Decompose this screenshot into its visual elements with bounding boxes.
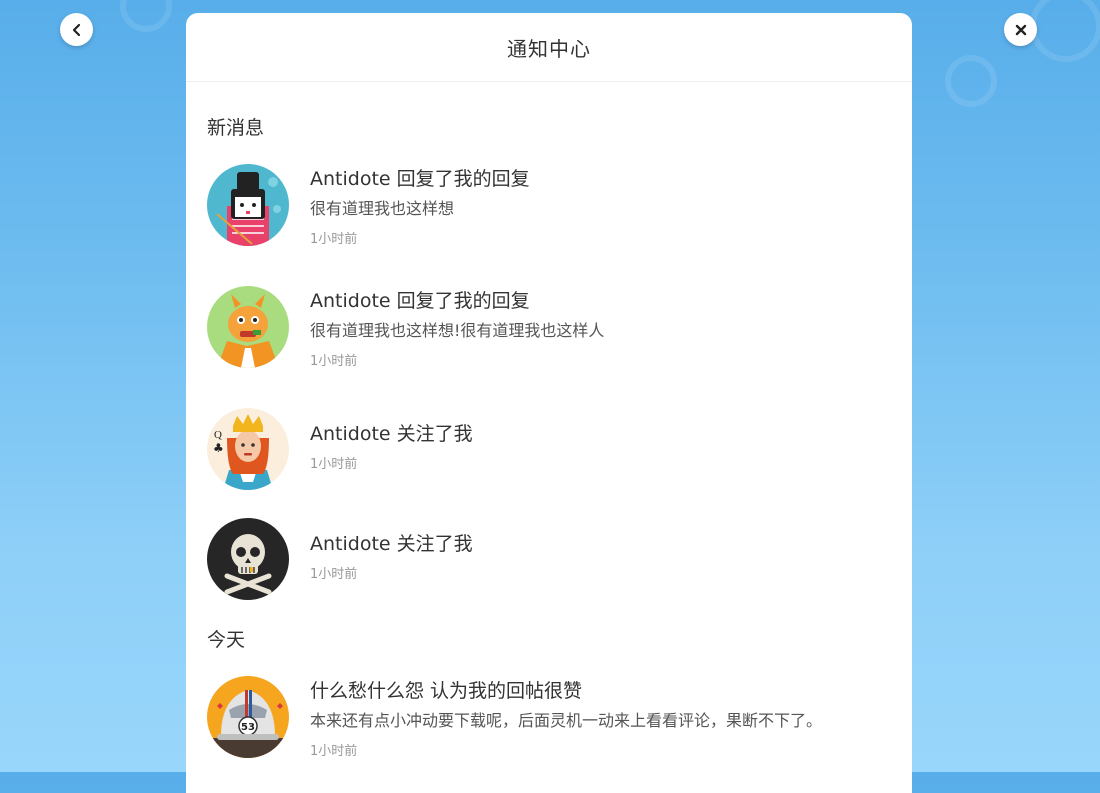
svg-text:Q: Q — [214, 429, 222, 441]
notification-time: 1小时前 — [310, 744, 358, 759]
chevron-left-icon — [72, 23, 80, 36]
notification-content: Antidote 关注了我 1小时前 — [310, 408, 473, 490]
notification-body: 很有道理我也这样想!很有道理我也这样人 — [310, 321, 605, 340]
notification-title: Antidote 关注了我 — [310, 533, 473, 555]
notification-time: 1小时前 — [310, 354, 358, 369]
notification-title: Antidote 回复了我的回复 — [310, 290, 530, 312]
notification-time: 1小时前 — [310, 232, 358, 247]
background-decoration — [945, 55, 997, 107]
background-decoration — [1030, 0, 1100, 62]
skull-avatar[interactable] — [207, 518, 289, 600]
queen-avatar[interactable]: Q ♣ — [207, 408, 289, 490]
car-avatar[interactable]: 53 — [207, 676, 289, 758]
notification-time: 1小时前 — [310, 567, 358, 582]
section-title-new: 新消息 — [207, 117, 265, 139]
notification-title: 什么愁什么怨 认为我的回帖很赞 — [310, 680, 583, 702]
notification-item[interactable]: Antidote 回复了我的回复 很有道理我也这样想 1小时前 — [186, 164, 912, 249]
back-button[interactable] — [60, 13, 93, 46]
notification-panel: 通知中心 新消息 Antidote 回复了我的回复 很有道理我也这样想 1小时前 — [186, 13, 912, 793]
close-button[interactable] — [1004, 13, 1037, 46]
background-decoration — [120, 0, 172, 32]
notification-content: 什么愁什么怨 认为我的回帖很赞 本来还有点小冲动要下载呢，后面灵机一动来上看看评… — [310, 676, 822, 761]
notification-content: Antidote 关注了我 1小时前 — [310, 518, 473, 600]
panel-header: 通知中心 — [186, 13, 912, 82]
svg-text:53: 53 — [241, 722, 255, 733]
notification-item[interactable]: Q ♣ Antidote 关注了我 1小时前 — [186, 408, 912, 490]
geisha-avatar[interactable] — [207, 164, 289, 246]
dragon-avatar[interactable] — [207, 286, 289, 368]
page-title: 通知中心 — [507, 36, 591, 61]
close-icon — [1015, 24, 1026, 35]
notification-content: Antidote 回复了我的回复 很有道理我也这样想!很有道理我也这样人 1小时… — [310, 286, 604, 371]
notification-content: Antidote 回复了我的回复 很有道理我也这样想 1小时前 — [310, 164, 530, 249]
svg-text:♣: ♣ — [213, 441, 224, 455]
notification-item[interactable]: Antidote 关注了我 1小时前 — [186, 518, 912, 600]
notification-body: 本来还有点小冲动要下载呢，后面灵机一动来上看看评论，果断不下了。 — [310, 711, 823, 730]
notification-item[interactable]: Antidote 回复了我的回复 很有道理我也这样想!很有道理我也这样人 1小时… — [186, 286, 912, 371]
section-title-today: 今天 — [207, 629, 246, 651]
notification-time: 1小时前 — [310, 457, 358, 472]
notification-title: Antidote 回复了我的回复 — [310, 168, 530, 190]
notification-title: Antidote 关注了我 — [310, 423, 473, 445]
notification-body: 很有道理我也这样想 — [310, 199, 455, 218]
notification-item[interactable]: 53 什么愁什么怨 认为我的回帖很赞 本来还有点小冲动要下载呢，后面灵机一动来上… — [186, 676, 912, 761]
